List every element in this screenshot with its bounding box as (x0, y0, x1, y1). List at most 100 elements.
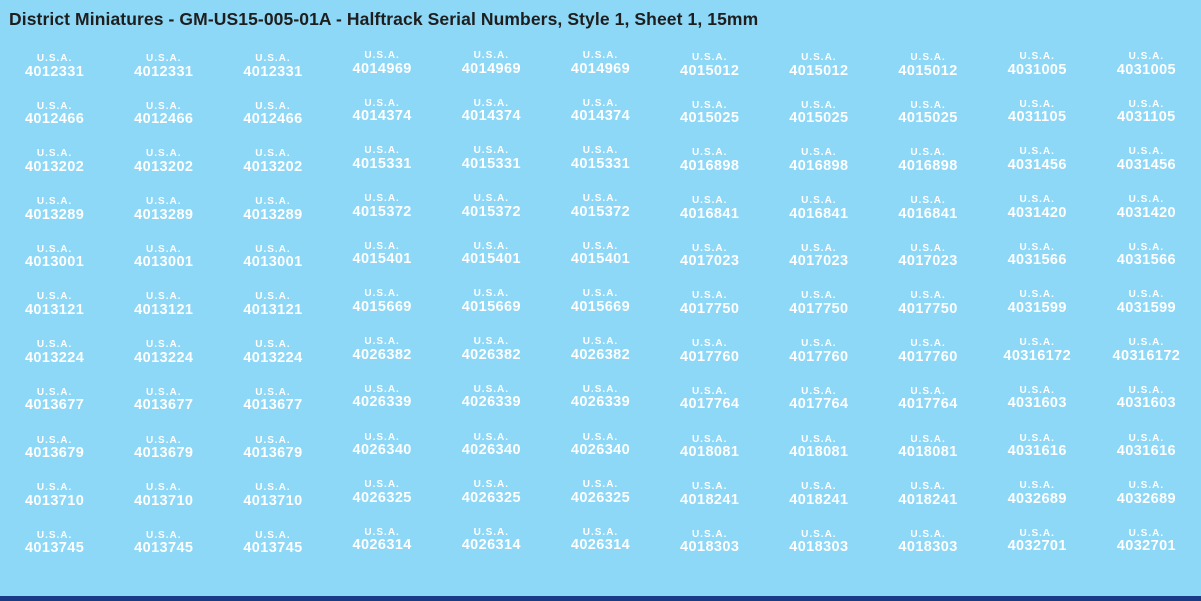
decal-cell: U.S.A. 4015331 (328, 140, 437, 188)
decal-cell: U.S.A. 4017760 (655, 333, 764, 381)
serial-number: 4013710 (243, 492, 303, 509)
serial-number: 4017750 (680, 300, 740, 318)
serial-number: 4016898 (789, 157, 849, 175)
serial-number: 4015669 (352, 298, 412, 316)
serial-number: 40316172 (1003, 347, 1072, 364)
serial-number: 4014969 (352, 60, 412, 77)
decal-cell: U.S.A. 4015372 (328, 188, 437, 236)
serial-number: 4016841 (789, 205, 849, 222)
decal-cell: U.S.A. 4013677 (218, 382, 327, 430)
serial-number: 4012331 (243, 63, 303, 80)
decal-cell: U.S.A. 4013001 (0, 239, 109, 287)
serial-number: 4013745 (243, 540, 303, 557)
serial-number: 4026339 (570, 393, 631, 411)
serial-number: 4026314 (461, 537, 521, 554)
serial-number: 4014374 (352, 107, 412, 125)
serial-number: 4012466 (134, 110, 194, 128)
decal-cell: U.S.A. 4026339 (328, 379, 437, 427)
decal-cell: U.S.A. 4015669 (546, 283, 655, 331)
decal-cell: U.S.A. 4015025 (655, 95, 764, 143)
serial-number: 4031105 (1007, 108, 1067, 126)
decal-cell: U.S.A. 4031105 (1092, 94, 1201, 142)
decal-cell: U.S.A. 4026382 (328, 331, 437, 379)
decal-cell: U.S.A. 4031566 (1092, 237, 1201, 285)
decal-cell: U.S.A. 4018081 (873, 429, 982, 477)
serial-number: 4018241 (680, 491, 740, 508)
decal-cell: U.S.A. 4013001 (109, 239, 218, 287)
serial-number: 4031616 (1007, 442, 1067, 460)
serial-number: 4018303 (789, 539, 849, 556)
decal-cell: U.S.A. 4016841 (764, 190, 873, 238)
decal-cell: U.S.A. 4018081 (655, 429, 764, 477)
decal-cell: U.S.A. 4015401 (328, 236, 437, 284)
decal-cell: U.S.A. 4017023 (655, 238, 764, 286)
serial-number: 4016841 (898, 205, 958, 222)
serial-number: 4015401 (352, 250, 412, 268)
serial-number: 4026325 (570, 489, 631, 506)
serial-number: 4018081 (680, 443, 740, 461)
decal-cell: U.S.A. 4026314 (328, 522, 437, 570)
decal-cell: U.S.A. 4015012 (873, 47, 982, 95)
decal-cell: U.S.A. 4031599 (1092, 284, 1201, 332)
decal-cell: U.S.A. 4013202 (218, 143, 327, 191)
decal-cell: U.S.A. 4015012 (764, 47, 873, 95)
serial-number: 4013121 (24, 301, 85, 319)
decal-cell: U.S.A. 4018241 (873, 476, 982, 524)
decal-cell: U.S.A. 4014969 (437, 45, 546, 93)
decal-cell: U.S.A. 4031566 (983, 237, 1092, 285)
decal-cell: U.S.A. 4012466 (218, 96, 327, 144)
decal-cell: U.S.A. 4031456 (1092, 141, 1201, 189)
decal-cell: U.S.A. 4016898 (655, 142, 764, 190)
decal-cell: U.S.A. 4013679 (109, 430, 218, 478)
decal-cell: U.S.A. 4026325 (546, 474, 655, 522)
page-title: District Miniatures - GM-US15-005-01A - … (9, 9, 759, 29)
decal-cell: U.S.A. 4026339 (437, 379, 546, 427)
decal-cell: U.S.A. 4015669 (328, 283, 437, 331)
serial-number: 4012331 (134, 63, 194, 80)
decal-cell: U.S.A. 4014374 (437, 93, 546, 141)
decal-cell: U.S.A. 4012331 (109, 48, 218, 96)
serial-number: 4026314 (570, 537, 631, 554)
serial-number: 4017760 (789, 348, 849, 365)
serial-number: 4026340 (352, 441, 412, 459)
serial-number: 4013679 (134, 444, 194, 462)
serial-number: 4026325 (352, 489, 412, 506)
serial-number: 4032701 (1007, 538, 1067, 555)
decal-cell: U.S.A. 4017764 (655, 381, 764, 429)
decal-cell: U.S.A. 4012466 (0, 96, 109, 144)
decal-cell: U.S.A. 4031603 (1092, 380, 1201, 428)
serial-number: 4031603 (1116, 394, 1177, 412)
decal-cell: U.S.A. 4032701 (1092, 523, 1201, 571)
serial-number: 4015669 (570, 298, 631, 316)
serial-number: 4017023 (680, 252, 740, 270)
decal-cell: U.S.A. 4031420 (1092, 189, 1201, 237)
serial-number: 4013224 (243, 349, 303, 366)
serial-number: 4017760 (680, 348, 740, 365)
decal-cell: U.S.A. 4018081 (764, 429, 873, 477)
decal-cell: U.S.A. 4015401 (437, 236, 546, 284)
serial-number: 4015025 (789, 109, 849, 127)
serial-number: 4017764 (789, 395, 849, 413)
decal-cell: U.S.A. 4013677 (109, 382, 218, 430)
decal-cell: U.S.A. 4018241 (764, 476, 873, 524)
serial-number: 4015331 (352, 155, 412, 173)
decal-grid: U.S.A. 4012331 U.S.A. 4012331 U.S.A. 4012331 U… (0, 45, 1201, 570)
decal-cell: U.S.A. 4013121 (109, 286, 218, 334)
serial-number: 4016898 (680, 157, 740, 175)
serial-number: 4026325 (461, 489, 521, 506)
serial-number: 4013121 (243, 301, 303, 319)
decal-cell: U.S.A. 4013710 (218, 477, 327, 525)
decal-cell: U.S.A. 4015331 (546, 140, 655, 188)
serial-number: 4026382 (570, 346, 631, 363)
serial-number: 4031105 (1117, 108, 1176, 126)
serial-number: 4031456 (1007, 156, 1067, 174)
decal-cell: U.S.A. 4031005 (983, 46, 1092, 94)
serial-number: 4015331 (461, 155, 521, 173)
decal-cell: U.S.A. 4013001 (218, 239, 327, 287)
serial-number: 4018303 (898, 539, 958, 556)
decal-cell: U.S.A. 4031420 (983, 189, 1092, 237)
decal-cell: U.S.A. 4013289 (218, 191, 327, 239)
serial-number: 4015012 (898, 62, 958, 79)
decal-cell: U.S.A. 4013745 (0, 525, 109, 573)
decal-cell: U.S.A. 40316172 (983, 332, 1092, 380)
